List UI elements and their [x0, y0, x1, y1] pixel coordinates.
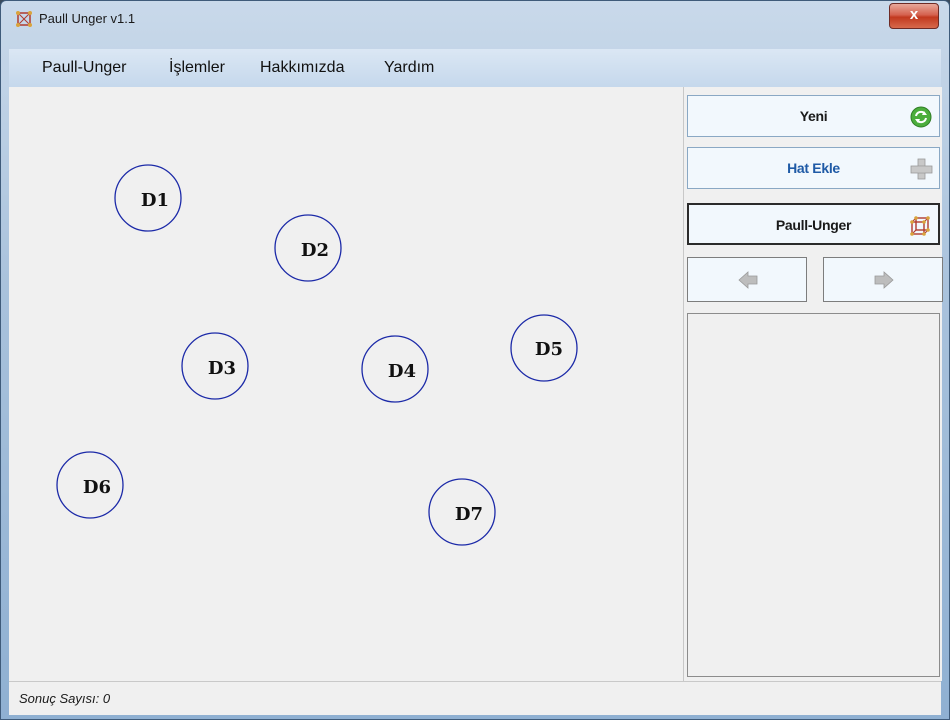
- results-list[interactable]: [687, 313, 940, 677]
- drawing-canvas[interactable]: D1 D2 D3 D4 D5 D6 D7: [9, 87, 679, 681]
- node-d3[interactable]: D3: [181, 332, 249, 400]
- node-label: D7: [455, 504, 483, 525]
- menu-hakkimizda[interactable]: Hakkımızda: [260, 59, 344, 77]
- app-window: Paull Unger v1.1 x Paull-Unger İşlemler …: [0, 0, 950, 720]
- window-title: Paull Unger v1.1: [39, 11, 136, 26]
- graph-svg: D1 D2 D3 D4 D5 D6 D7: [56, 164, 578, 546]
- node-label: D5: [535, 339, 563, 360]
- node-d6[interactable]: D6: [56, 451, 124, 519]
- add-line-button-label: Hat Ekle: [787, 160, 840, 176]
- node-label: D2: [301, 240, 329, 261]
- menu-bar: Paull-Unger İşlemler Hakkımızda Yardım: [9, 49, 941, 87]
- node-d1[interactable]: D1: [114, 164, 182, 232]
- node-d4[interactable]: D4: [361, 335, 429, 403]
- node-label: D3: [208, 358, 236, 379]
- result-count: Sonuç Sayısı: 0: [19, 691, 111, 706]
- next-button[interactable]: [823, 257, 943, 302]
- node-d2[interactable]: D2: [274, 214, 342, 282]
- paull-unger-button[interactable]: Paull-Unger: [687, 203, 940, 245]
- node-label: D4: [388, 361, 416, 382]
- menu-islemler[interactable]: İşlemler: [169, 59, 225, 77]
- status-bar: Sonuç Sayısı: 0: [9, 681, 941, 715]
- new-button[interactable]: Yeni: [687, 95, 940, 137]
- prev-button[interactable]: [687, 257, 807, 302]
- plus-icon: [910, 158, 933, 180]
- close-button[interactable]: x: [889, 3, 939, 29]
- side-panel: Yeni Hat Ekle Paull-Unger: [683, 87, 943, 681]
- menu-yardim[interactable]: Yardım: [384, 59, 434, 77]
- title-bar[interactable]: Paull Unger v1.1 x: [1, 1, 949, 41]
- menu-paull-unger[interactable]: Paull-Unger: [42, 59, 126, 77]
- app-icon: [16, 11, 32, 27]
- client-area: D1 D2 D3 D4 D5 D6 D7 Yeni Hat Ekle Paull…: [9, 87, 943, 681]
- arrow-right-icon: [874, 271, 894, 289]
- new-button-label: Yeni: [799, 108, 828, 124]
- add-line-button[interactable]: Hat Ekle: [687, 147, 940, 189]
- arrow-left-icon: [738, 271, 758, 289]
- node-d5[interactable]: D5: [510, 314, 578, 382]
- node-label: D1: [141, 190, 169, 211]
- refresh-icon: [910, 106, 932, 128]
- node-label: D6: [83, 477, 111, 498]
- paull-unger-button-label: Paull-Unger: [775, 217, 852, 233]
- cube-icon: [910, 216, 930, 236]
- node-d7[interactable]: D7: [428, 478, 496, 546]
